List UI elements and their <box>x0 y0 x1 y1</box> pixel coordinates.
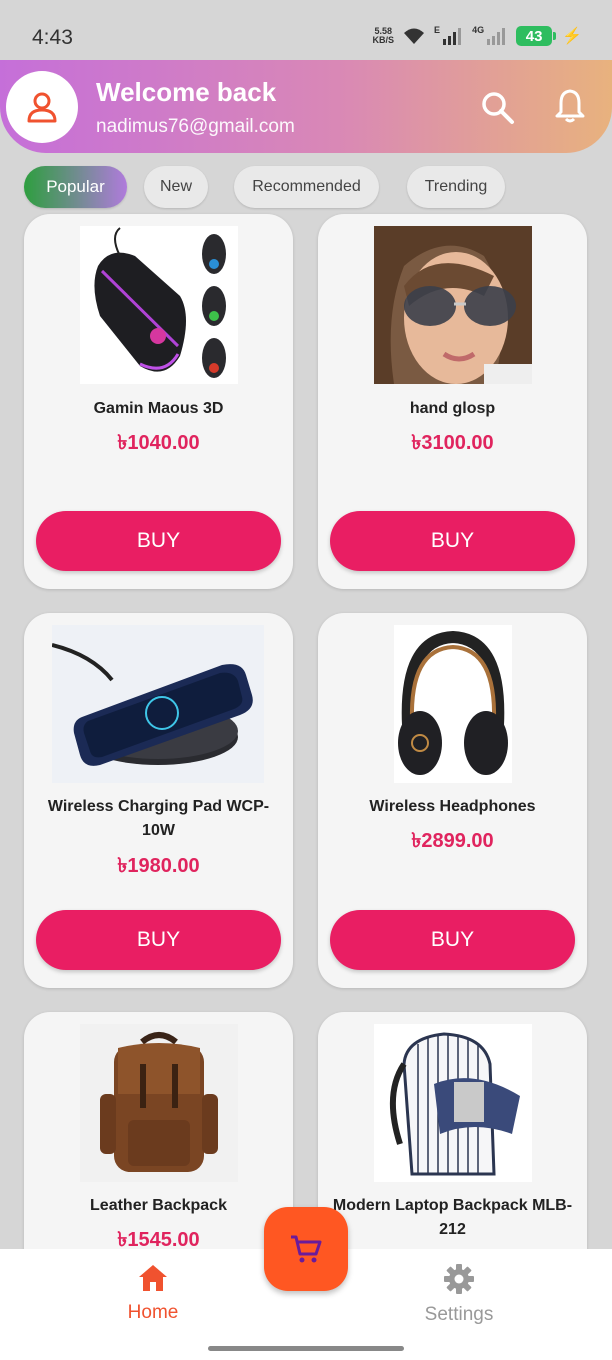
network-type-4g: 4G <box>472 25 485 35</box>
product-price: ৳2899.00 <box>411 830 494 852</box>
product-name: Modern Laptop Backpack MLB-212 <box>332 1197 573 1238</box>
buy-button[interactable]: BUY <box>330 511 575 571</box>
product-card[interactable]: Wireless Charging Pad WCP-10W ৳1980.00 B… <box>24 613 293 988</box>
cart-button[interactable] <box>264 1207 348 1291</box>
signal-icon-2 <box>486 27 508 45</box>
welcome-title: Welcome back <box>96 77 277 107</box>
leather-backpack-image <box>80 1024 238 1182</box>
product-name: hand glosp <box>409 400 496 417</box>
gear-icon <box>444 1264 474 1294</box>
tab-new[interactable]: New <box>144 166 208 208</box>
product-name: Leather Backpack <box>90 1197 227 1214</box>
product-card[interactable]: hand glosp ৳3100.00 BUY <box>318 214 587 589</box>
status-time: 4:43 <box>32 26 73 49</box>
nav-home[interactable]: Home <box>110 1263 196 1323</box>
charging-bolt-icon: ⚡ <box>562 28 582 45</box>
tab-recommended[interactable]: Recommended <box>234 166 379 208</box>
nav-settings-label: Settings <box>424 1304 494 1325</box>
headphones-image <box>394 625 512 783</box>
sunglasses-image <box>374 226 532 384</box>
app-header: Welcome back nadimus76@gmail.com <box>0 60 612 153</box>
nav-settings[interactable]: Settings <box>412 1263 506 1325</box>
gaming-mouse-image <box>80 226 238 384</box>
signal-icon <box>442 27 464 45</box>
charging-pad-image <box>51 625 264 783</box>
product-price: ৳1040.00 <box>117 432 200 454</box>
status-bar: 4:43 5.58 KB/S E 4G 43 ⚡ <box>0 0 612 60</box>
product-name: Wireless Headphones <box>369 798 536 815</box>
network-type-e: E <box>434 25 441 35</box>
laptop-backpack-image <box>374 1024 532 1182</box>
wifi-icon <box>402 26 426 46</box>
product-name: Gamin Maous 3D <box>93 400 224 417</box>
tab-popular[interactable]: Popular <box>24 166 127 208</box>
cart-icon <box>291 1235 322 1263</box>
product-price: ৳1980.00 <box>117 855 200 877</box>
user-icon <box>27 92 57 123</box>
battery-indicator: 43 <box>516 26 557 46</box>
gesture-bar <box>208 1346 404 1351</box>
buy-button[interactable]: BUY <box>36 910 281 970</box>
tab-trending[interactable]: Trending <box>407 166 505 208</box>
home-icon <box>139 1265 167 1291</box>
network-speed: 5.58 KB/S <box>373 27 395 45</box>
product-name: Wireless Charging Pad WCP-10W <box>47 798 270 839</box>
search-button[interactable] <box>478 88 518 128</box>
avatar[interactable] <box>6 71 78 143</box>
product-card[interactable]: Wireless Headphones ৳2899.00 BUY <box>318 613 587 988</box>
network-speed-unit: KB/S <box>372 35 395 45</box>
nav-home-label: Home <box>127 1302 179 1323</box>
search-icon <box>482 92 514 124</box>
notifications-button[interactable] <box>550 86 590 126</box>
product-price: ৳3100.00 <box>411 432 494 454</box>
status-icons: 5.58 KB/S E 4G 43 ⚡ <box>373 25 582 46</box>
user-email: nadimus76@gmail.com <box>96 116 295 137</box>
bell-icon <box>555 89 585 123</box>
product-card[interactable]: Gamin Maous 3D ৳1040.00 BUY <box>24 214 293 589</box>
buy-button[interactable]: BUY <box>330 910 575 970</box>
buy-button[interactable]: BUY <box>36 511 281 571</box>
